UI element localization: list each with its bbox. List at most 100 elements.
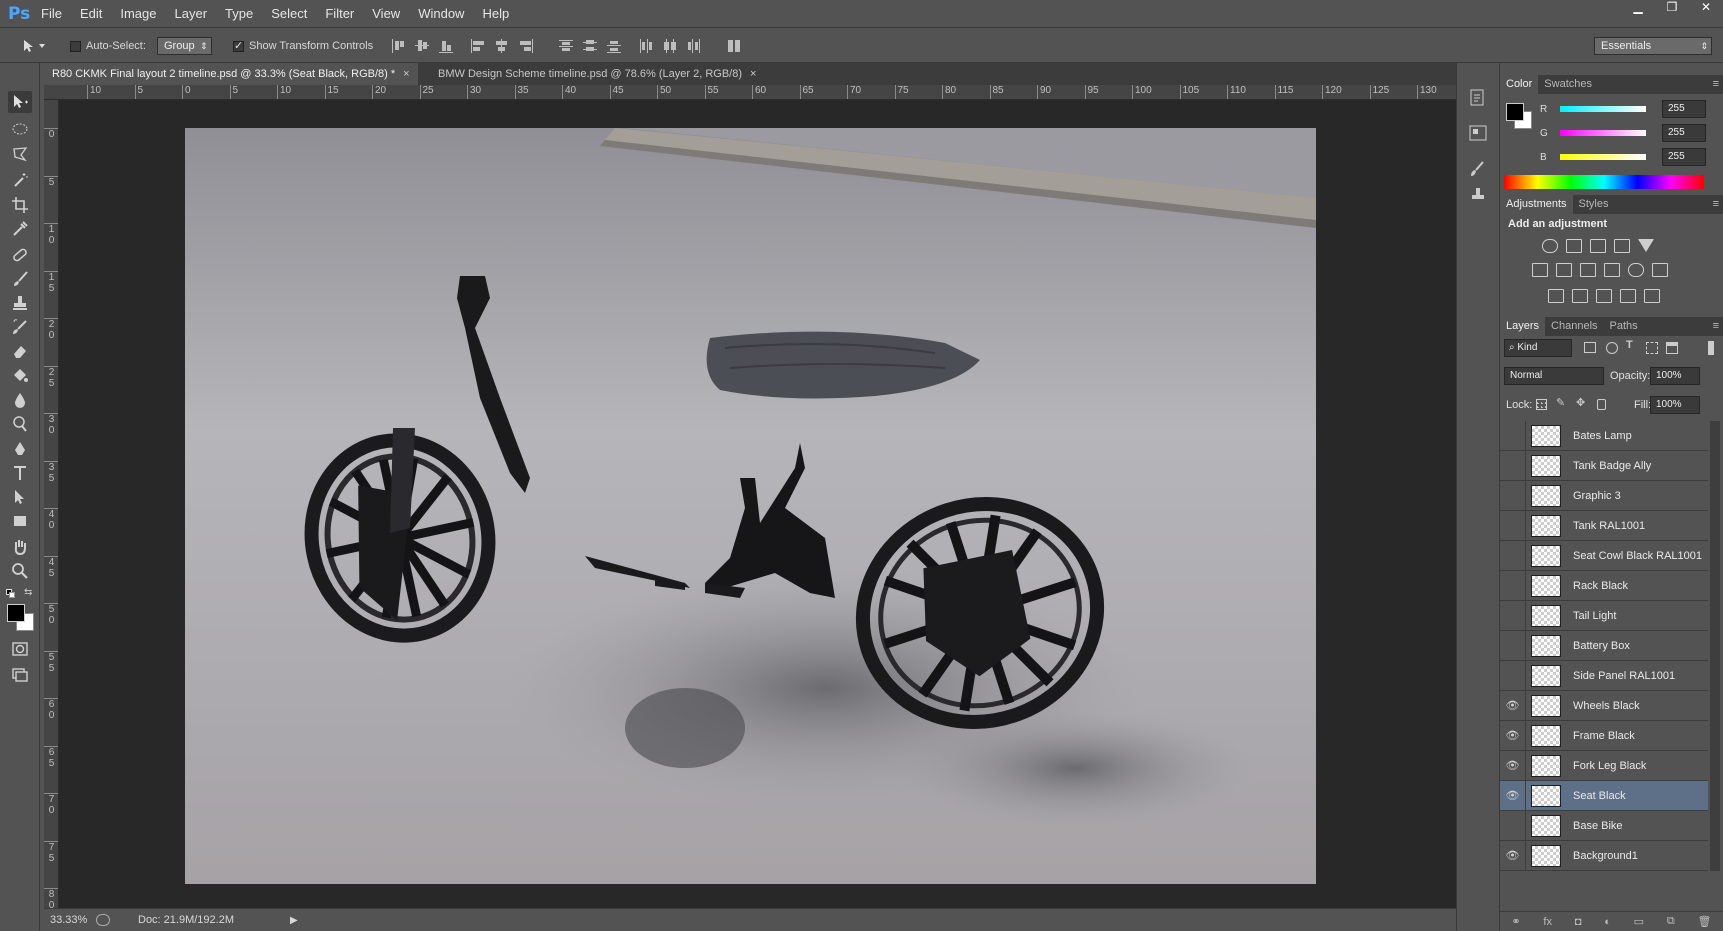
dodge-tool[interactable] <box>8 413 32 435</box>
curves-icon[interactable] <box>1590 239 1606 253</box>
tab-bmw-design[interactable]: BMW Design Scheme timeline.psd @ 78.6% (… <box>430 63 764 85</box>
layer-row[interactable]: Rack Black <box>1500 570 1708 601</box>
swap-colors-icon[interactable]: ⇆ <box>24 587 32 598</box>
visibility-toggle[interactable] <box>1500 540 1526 571</box>
layer-mask-icon[interactable]: ◘ <box>1575 916 1582 928</box>
black-white-icon[interactable] <box>1580 263 1596 277</box>
vibrance-icon[interactable] <box>1638 239 1654 252</box>
panel-menu-icon[interactable]: ≡ <box>1713 75 1719 94</box>
channel-value[interactable]: 255 <box>1662 124 1706 142</box>
foreground-color-swatch[interactable] <box>7 604 25 622</box>
menu-image[interactable]: Image <box>111 6 165 21</box>
menu-file[interactable]: File <box>32 6 71 21</box>
blue-slider[interactable]: B 255 <box>1540 147 1706 167</box>
brightness-contrast-icon[interactable] <box>1542 239 1558 253</box>
color-balance-icon[interactable] <box>1556 263 1572 277</box>
align-top-icon[interactable] <box>390 38 406 54</box>
eyedropper-tool[interactable] <box>8 218 32 240</box>
eye-visibility-icon[interactable]: 👁 <box>1500 750 1526 781</box>
align-hcenter-icon[interactable] <box>494 38 510 54</box>
align-right-icon[interactable] <box>518 38 534 54</box>
channel-track[interactable] <box>1560 130 1646 136</box>
status-menu-arrow-icon[interactable]: ▶ <box>290 915 298 926</box>
tab-r80-ckmk[interactable]: R80 CKMK Final layout 2 timeline.psd @ 3… <box>44 63 418 85</box>
visibility-toggle[interactable] <box>1500 660 1526 691</box>
layer-row[interactable]: Tail Light <box>1500 600 1708 631</box>
hue-saturation-icon[interactable] <box>1532 263 1548 277</box>
exposure-icon[interactable] <box>1614 239 1630 253</box>
quick-selection-tool[interactable] <box>8 169 32 191</box>
brush-panel-icon[interactable] <box>1467 159 1489 181</box>
align-bottom-icon[interactable] <box>438 38 454 54</box>
eraser-tool[interactable] <box>8 340 32 362</box>
visibility-toggle[interactable] <box>1500 420 1526 451</box>
filter-toggle-icon[interactable] <box>1708 341 1714 355</box>
layer-row[interactable]: Graphic 3 <box>1500 480 1708 511</box>
clone-source-panel-icon[interactable] <box>1467 185 1489 207</box>
type-tool[interactable] <box>8 462 32 484</box>
menu-help[interactable]: Help <box>473 6 518 21</box>
layer-row[interactable]: 👁 Fork Leg Black <box>1500 750 1708 781</box>
status-info-icon[interactable] <box>96 914 110 926</box>
history-panel-icon[interactable] <box>1467 87 1489 109</box>
tab-layers[interactable]: Layers <box>1500 317 1546 336</box>
hand-tool[interactable] <box>8 536 32 558</box>
eye-visibility-icon[interactable]: 👁 <box>1500 780 1526 811</box>
path-selection-tool[interactable] <box>8 486 32 508</box>
tab-color[interactable]: Color <box>1500 75 1539 94</box>
menu-edit[interactable]: Edit <box>71 6 111 21</box>
clone-stamp-tool[interactable] <box>8 292 32 314</box>
visibility-toggle[interactable] <box>1500 450 1526 481</box>
filter-pixel-icon[interactable] <box>1584 342 1596 353</box>
selective-color-icon[interactable] <box>1620 289 1636 303</box>
layer-row[interactable]: Bates Lamp <box>1500 420 1708 451</box>
canvas-area[interactable] <box>59 100 1456 908</box>
red-slider[interactable]: R 255 <box>1540 99 1706 119</box>
history-brush-tool[interactable] <box>8 316 32 338</box>
close-tab-icon[interactable]: × <box>403 68 409 80</box>
fill-field[interactable]: 100% <box>1650 396 1700 414</box>
threshold-icon[interactable] <box>1596 289 1612 303</box>
link-layers-icon[interactable]: ⚭ <box>1511 915 1520 928</box>
new-adjustment-layer-icon[interactable]: ◐ <box>1604 916 1611 928</box>
channel-value[interactable]: 255 <box>1662 148 1706 166</box>
menu-window[interactable]: Window <box>409 6 473 21</box>
align-left-icon[interactable] <box>470 38 486 54</box>
levels-icon[interactable] <box>1566 239 1582 253</box>
visibility-toggle[interactable] <box>1500 480 1526 511</box>
tab-channels[interactable]: Channels <box>1545 317 1603 336</box>
marquee-tool[interactable] <box>8 118 32 140</box>
eye-visibility-icon[interactable]: 👁 <box>1500 840 1526 871</box>
properties-panel-icon[interactable] <box>1467 123 1489 145</box>
layer-row[interactable]: Seat Cowl Black RAL1001 <box>1500 540 1708 571</box>
visibility-toggle[interactable] <box>1500 810 1526 841</box>
visibility-toggle[interactable] <box>1500 510 1526 541</box>
layer-row[interactable]: Tank RAL1001 <box>1500 510 1708 541</box>
photo-filter-icon[interactable] <box>1604 263 1620 277</box>
layer-list-scrollbar[interactable] <box>1710 421 1720 871</box>
tab-paths[interactable]: Paths <box>1604 317 1644 336</box>
distribute-hcenter-icon[interactable] <box>662 38 678 54</box>
layer-row[interactable]: Tank Badge Ally <box>1500 450 1708 481</box>
layer-row[interactable]: Battery Box <box>1500 630 1708 661</box>
new-group-icon[interactable]: ▭ <box>1634 915 1644 928</box>
layer-row[interactable]: 👁 Seat Black <box>1500 780 1708 811</box>
distribute-vcenter-icon[interactable] <box>582 38 598 54</box>
brush-tool[interactable] <box>8 268 32 290</box>
blur-tool[interactable] <box>8 389 32 411</box>
layer-row[interactable]: Base Bike <box>1500 810 1708 841</box>
menu-type[interactable]: Type <box>216 6 262 21</box>
eye-visibility-icon[interactable]: 👁 <box>1500 690 1526 721</box>
delete-layer-icon[interactable]: 🗑 <box>1698 915 1712 928</box>
zoom-level[interactable]: 33.33% <box>50 914 94 926</box>
workspace-dropdown[interactable]: Essentials <box>1594 37 1712 55</box>
distribute-right-icon[interactable] <box>686 38 702 54</box>
color-foreground-swatch[interactable] <box>1506 103 1524 121</box>
visibility-toggle[interactable] <box>1500 630 1526 661</box>
lasso-tool[interactable] <box>8 143 32 165</box>
channel-mixer-icon[interactable] <box>1628 263 1644 277</box>
filter-adjustment-icon[interactable] <box>1606 342 1618 354</box>
color-lookup-icon[interactable] <box>1652 263 1668 277</box>
tab-swatches[interactable]: Swatches <box>1538 75 1598 94</box>
distribute-left-icon[interactable] <box>638 38 654 54</box>
